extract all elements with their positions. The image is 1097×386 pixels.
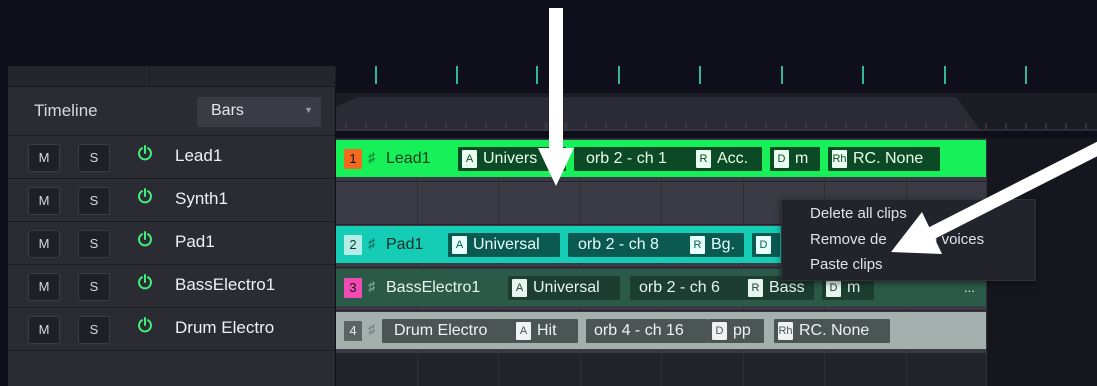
power-icon[interactable] bbox=[137, 188, 153, 204]
clip-name: Drum Electro bbox=[382, 319, 516, 343]
track-name: Synth1 bbox=[175, 189, 228, 208]
mute-button[interactable]: M bbox=[28, 230, 60, 258]
ruler-tick bbox=[456, 66, 458, 84]
ruler-tick bbox=[536, 66, 538, 84]
clip-lead1[interactable]: 1 ♯ Lead1 A Univers orb 2 - ch 1 R Acc. Dm… bbox=[336, 140, 986, 177]
ruler-tick bbox=[1025, 66, 1027, 84]
ruler-tick bbox=[375, 66, 377, 84]
articulation-chip[interactable]: A Universal bbox=[508, 276, 620, 300]
clip-number: 4 bbox=[344, 321, 362, 341]
timeline-unit-select[interactable]: Bars ▼ bbox=[197, 97, 321, 127]
mute-button[interactable]: M bbox=[28, 187, 60, 215]
rhythm-chip[interactable]: Rh RC. None bbox=[828, 147, 940, 171]
timeline-ruler[interactable] bbox=[336, 66, 1097, 88]
track-name: BassElectro1 bbox=[175, 275, 276, 294]
clip-name: BassElectro1 bbox=[386, 279, 481, 296]
power-icon[interactable] bbox=[137, 145, 153, 161]
channel-chip[interactable]: orb 4 - ch 16 bbox=[586, 319, 708, 343]
mute-button[interactable]: M bbox=[28, 316, 60, 344]
power-icon[interactable] bbox=[137, 317, 153, 333]
sharp-icon: ♯ bbox=[368, 235, 375, 251]
mute-button[interactable]: M bbox=[28, 273, 60, 301]
track-row-lead1[interactable]: M S Lead1 bbox=[8, 136, 335, 179]
timeline-label: Timeline bbox=[34, 101, 98, 120]
loop-region-shape[interactable] bbox=[336, 93, 1097, 131]
timeline-unit-value: Bars bbox=[211, 102, 244, 119]
clip-name: Pad1 bbox=[386, 236, 424, 253]
clip-number: 2 bbox=[344, 235, 362, 255]
clip-number: 3 bbox=[344, 278, 362, 298]
role-chip[interactable]: R Acc. bbox=[692, 147, 762, 171]
track-row-synth1[interactable]: M S Synth1 bbox=[8, 179, 335, 222]
articulation-chip[interactable]: A Universal bbox=[448, 233, 560, 257]
articulation-chip[interactable]: A Univers bbox=[458, 147, 566, 171]
articulation-chip[interactable]: A Hit bbox=[512, 319, 578, 343]
ruler-tick bbox=[699, 66, 701, 84]
track-row-drum-electro[interactable]: M S Drum Electro bbox=[8, 308, 335, 351]
sharp-icon: ♯ bbox=[368, 278, 375, 294]
menu-item-delete-all-clips[interactable]: Delete all clips bbox=[810, 205, 907, 222]
channel-chip[interactable]: orb 2 - ch 6 bbox=[630, 276, 745, 300]
chevron-down-icon: ▼ bbox=[304, 105, 313, 115]
solo-button[interactable]: S bbox=[78, 144, 110, 172]
menu-item-paste-clips[interactable]: Paste clips bbox=[810, 256, 883, 273]
dynamics-chip[interactable]: Dm bbox=[770, 147, 820, 171]
sharp-icon: ♯ bbox=[368, 321, 375, 337]
menu-item-remove-voices[interactable]: Remove de ng voices bbox=[810, 231, 984, 248]
power-icon[interactable] bbox=[137, 274, 153, 290]
track-name: Drum Electro bbox=[175, 318, 275, 337]
channel-chip[interactable]: orb 2 - ch 1 bbox=[574, 147, 694, 171]
timeline-row: Timeline Bars ▼ bbox=[8, 87, 335, 136]
dynamics-chip[interactable]: D bbox=[752, 233, 780, 257]
mute-button[interactable]: M bbox=[28, 144, 60, 172]
track-row-pad1[interactable]: M S Pad1 bbox=[8, 222, 335, 265]
track-name: Pad1 bbox=[175, 232, 215, 251]
rhythm-chip[interactable]: Rh RC. None bbox=[774, 319, 890, 343]
solo-button[interactable]: S bbox=[78, 273, 110, 301]
role-chip[interactable]: R Bg. bbox=[686, 233, 744, 257]
ruler-tick bbox=[944, 66, 946, 84]
track-name: Lead1 bbox=[175, 146, 223, 165]
track-row-basselectro1[interactable]: M S BassElectro1 bbox=[8, 265, 335, 308]
clip-name: Lead1 bbox=[386, 150, 431, 167]
solo-button[interactable]: S bbox=[78, 230, 110, 258]
power-icon[interactable] bbox=[137, 231, 153, 247]
clip-drum-electro[interactable]: 4 ♯ Drum Electro A Hit orb 4 - ch 16 Dpp … bbox=[336, 312, 986, 349]
track-header-panel: Timeline Bars ▼ M S Lead1 M S Synth1 M S… bbox=[8, 66, 336, 386]
solo-button[interactable]: S bbox=[78, 187, 110, 215]
solo-button[interactable]: S bbox=[78, 316, 110, 344]
header-top-strip bbox=[8, 66, 336, 87]
dynamics-chip[interactable]: Dpp bbox=[708, 319, 764, 343]
sharp-icon: ♯ bbox=[368, 149, 375, 165]
channel-chip[interactable]: orb 2 - ch 8 bbox=[568, 233, 686, 257]
ruler-tick bbox=[618, 66, 620, 84]
ruler-tick bbox=[862, 66, 864, 84]
context-menu: Delete all clips Remove de ng voices Past… bbox=[781, 199, 1036, 281]
ruler-tick bbox=[781, 66, 783, 84]
loop-region-strip[interactable] bbox=[336, 93, 1097, 131]
clip-number: 1 bbox=[344, 149, 362, 169]
